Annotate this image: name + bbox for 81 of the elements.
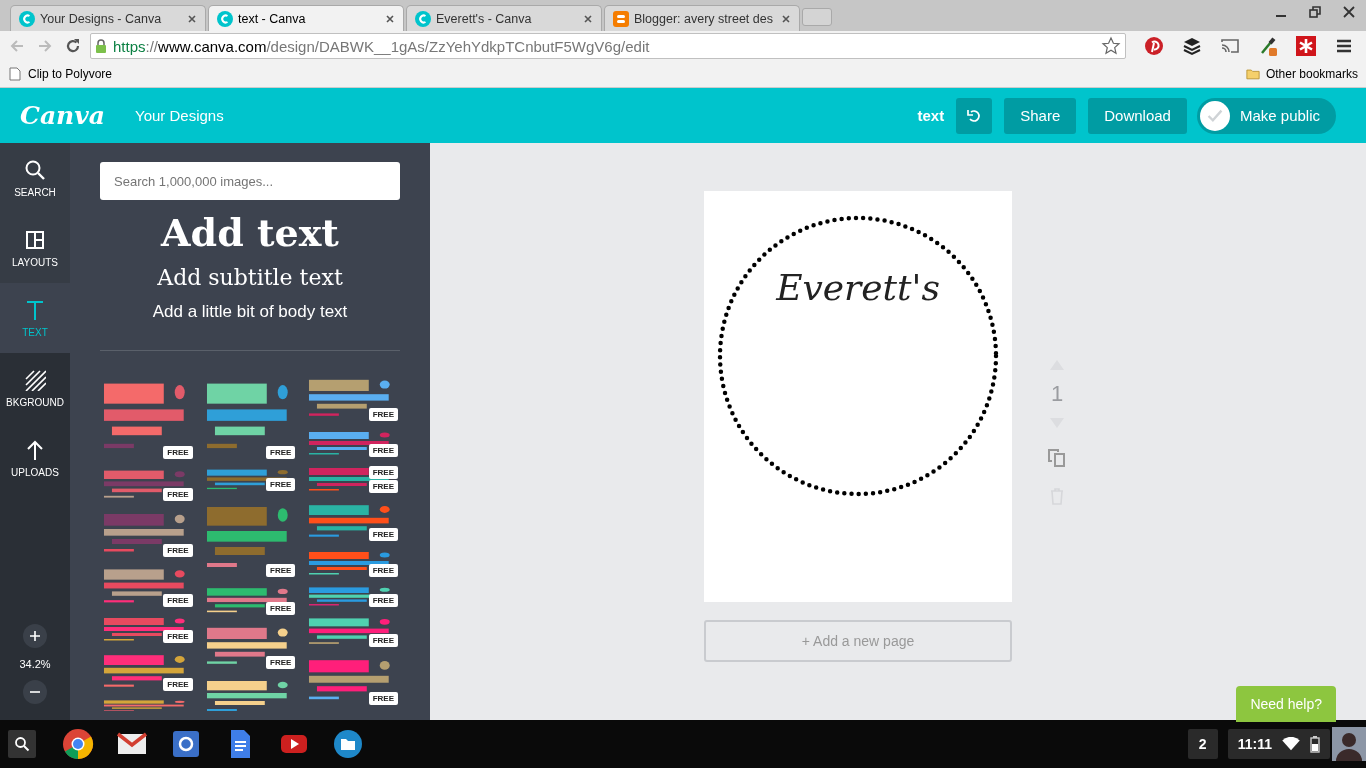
folder-icon <box>1245 67 1260 81</box>
design-page[interactable]: Everett's <box>704 191 1012 602</box>
pin-logo-icon[interactable] <box>1144 36 1164 56</box>
search-icon <box>14 736 30 752</box>
search-field[interactable]: Search 1,000,000 images... <box>100 162 400 200</box>
free-label: FREE <box>266 602 296 615</box>
layout-icon <box>24 228 46 251</box>
free-label: FREE <box>163 544 193 557</box>
browser-tab[interactable]: Everett's - Canva <box>406 5 602 31</box>
close-icon[interactable] <box>781 13 791 24</box>
free-label: FREE <box>368 564 398 577</box>
free-label: FREE <box>368 444 398 457</box>
free-label: FREE <box>266 446 296 459</box>
free-label: FREE <box>368 528 398 541</box>
status-tray[interactable]: 11:11 <box>1227 729 1330 759</box>
asterisk-icon[interactable] <box>1296 36 1316 56</box>
page-icon <box>8 67 22 81</box>
layers-icon[interactable] <box>1182 36 1202 56</box>
avatar[interactable] <box>1332 727 1366 761</box>
bookmark-folder[interactable]: Other bookmarks <box>1245 67 1358 81</box>
canva-favicon-icon <box>415 10 431 27</box>
cast-icon[interactable] <box>1220 36 1240 56</box>
canva-favicon-icon <box>217 10 233 27</box>
close-icon[interactable] <box>187 13 197 24</box>
search-app-icon[interactable] <box>170 728 202 760</box>
free-label: FREE <box>368 480 398 493</box>
notification-count[interactable]: 2 <box>1187 729 1218 759</box>
free-label: FREE <box>266 478 296 491</box>
rail-tab[interactable]: BKGROUND <box>0 353 70 423</box>
check-icon <box>1199 100 1230 131</box>
free-label: FREE <box>368 408 398 421</box>
free-label: FREE <box>266 564 296 577</box>
page-number: 1 <box>1050 381 1064 407</box>
free-label: FREE <box>266 656 296 669</box>
address-bar[interactable]: https://www.canva.com/design/DABWK__1gAs/ZzYehYdkpTCnbutF5WgV6g/edit <box>90 33 1126 59</box>
close-icon[interactable] <box>1342 4 1356 19</box>
search-icon <box>24 158 46 181</box>
restore-icon[interactable] <box>1308 4 1322 19</box>
free-label: FREE <box>163 488 193 501</box>
browser-tab[interactable]: Your Designs - Canva <box>10 5 206 31</box>
reload-icon[interactable] <box>64 37 82 55</box>
undo-icon <box>966 107 983 124</box>
rail-tab[interactable]: SEARCH <box>0 143 70 213</box>
blogger-favicon-icon <box>613 10 629 27</box>
free-label: FREE <box>163 678 193 691</box>
free-label: FREE <box>368 634 398 647</box>
canva-favicon-icon <box>19 10 35 27</box>
hatch-icon <box>24 368 46 391</box>
rail-tab[interactable]: UPLOADS <box>0 423 70 493</box>
design-text[interactable]: Everett's <box>704 267 1012 308</box>
zoom-out-button[interactable] <box>23 680 47 704</box>
close-icon[interactable] <box>583 13 593 24</box>
rail-tab[interactable]: LAYOUTS <box>0 213 70 283</box>
chrome-icon[interactable] <box>62 728 94 760</box>
free-label: FREE <box>368 692 398 705</box>
wifi-icon <box>1282 737 1300 751</box>
battery-icon <box>1310 735 1320 753</box>
text-icon <box>24 298 46 321</box>
free-label: FREE <box>368 466 398 479</box>
bookmark[interactable]: Clip to Polyvore <box>8 67 113 81</box>
free-label: FREE <box>163 594 193 607</box>
close-icon[interactable] <box>385 13 395 24</box>
lock-icon <box>95 39 107 53</box>
undo-button[interactable] <box>956 97 993 134</box>
plus-icon <box>29 630 41 642</box>
url-text: https://www.canva.com/design/DABWK__1gAs/ZzYehYdkpTCnbutF5WgV6g/edit <box>113 37 650 55</box>
star-icon[interactable] <box>1101 36 1121 56</box>
free-label: FREE <box>163 630 193 643</box>
zoom-in-button[interactable] <box>23 624 47 648</box>
add-heading[interactable]: Add text <box>100 210 400 255</box>
zoom-level: 34.2% <box>18 658 52 670</box>
browser-tab[interactable]: Blogger: avery street des <box>604 5 800 31</box>
add-body-text[interactable]: Add a little bit of body text <box>100 302 400 322</box>
eyedropper-icon[interactable] <box>1258 36 1278 56</box>
browser-tab[interactable]: text - Canva <box>208 5 404 31</box>
free-label: FREE <box>368 594 398 607</box>
launcher-button[interactable] <box>8 730 36 758</box>
add-subtitle[interactable]: Add subtitle text <box>100 265 400 290</box>
folder-icon[interactable] <box>332 728 364 760</box>
rail-tab[interactable]: TEXT <box>0 283 70 353</box>
free-label: FREE <box>163 446 193 459</box>
